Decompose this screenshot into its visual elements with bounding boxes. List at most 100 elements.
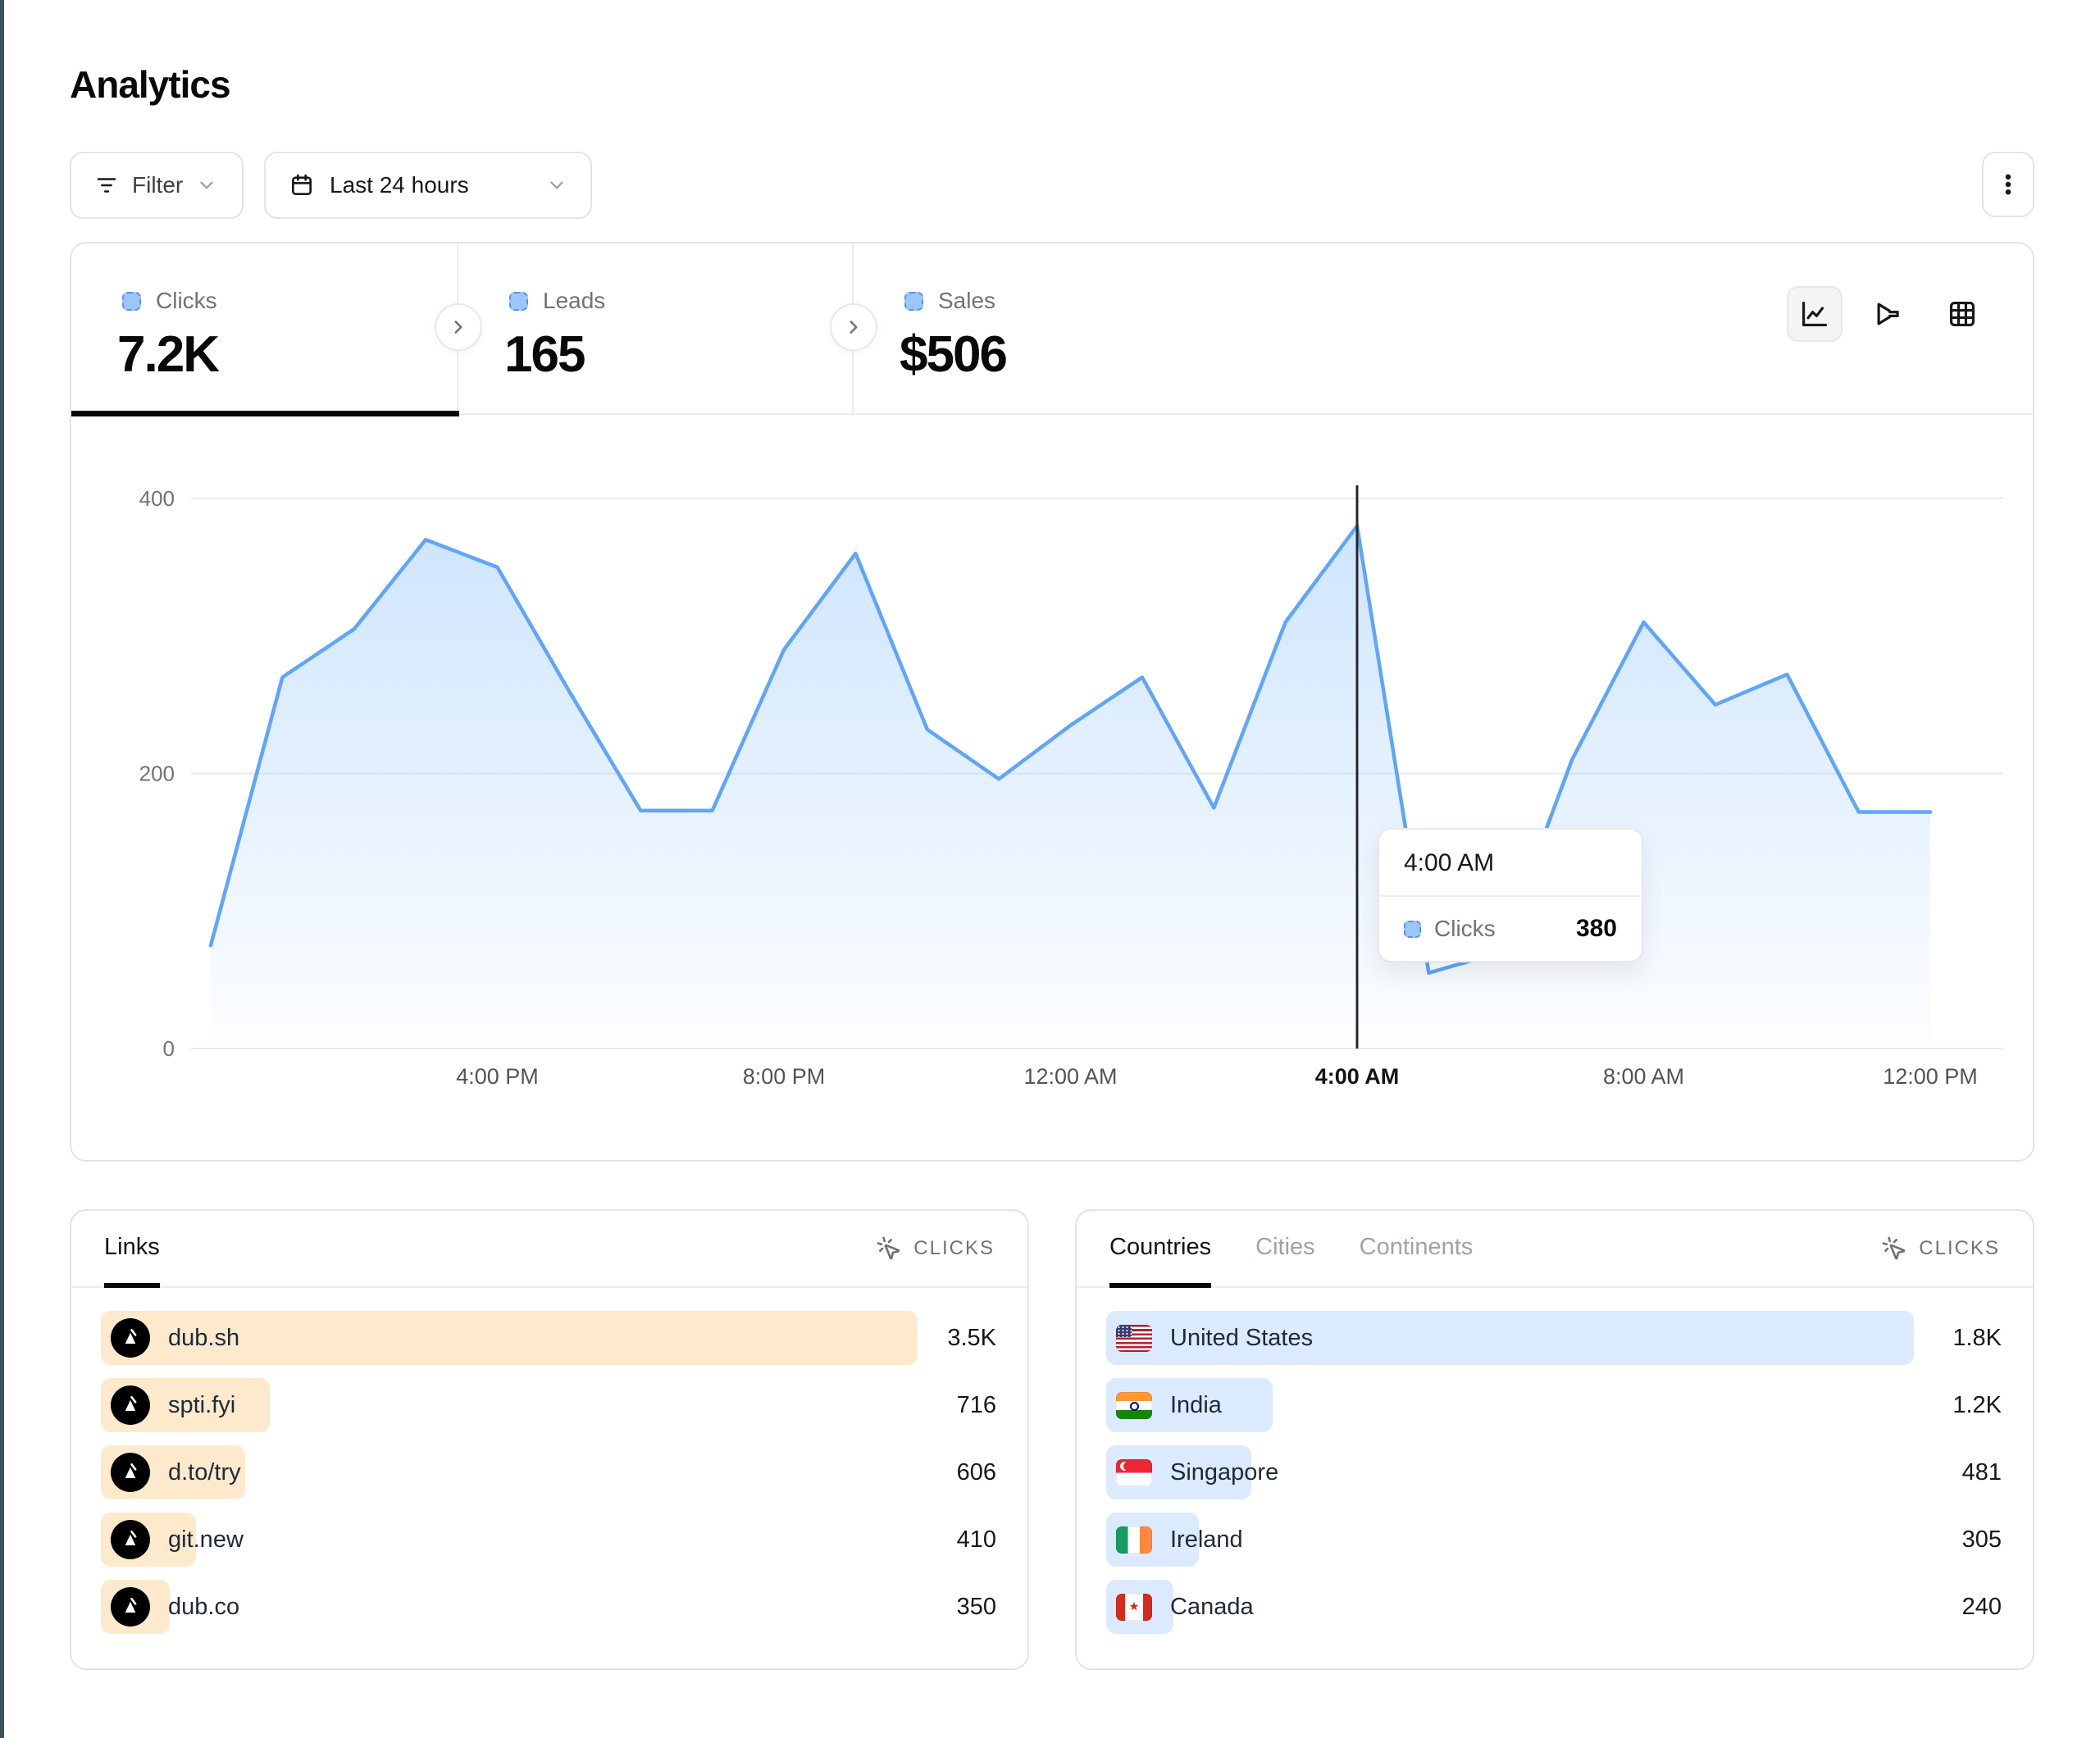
country-label: United States: [1170, 1325, 1313, 1352]
link-row[interactable]: dub.co 350: [101, 1580, 998, 1634]
country-clicks-value: 240: [1962, 1594, 2003, 1621]
us-flag-icon: [1116, 1325, 1152, 1352]
countries-metric-label: CLICKS: [1919, 1237, 2000, 1260]
tab-links[interactable]: Links: [104, 1211, 160, 1288]
link-label: git.new: [168, 1526, 244, 1554]
countries-panel: Countries Cities Continents CLICKS Unite…: [1075, 1209, 2034, 1670]
svg-text:12:00 AM: 12:00 AM: [1023, 1064, 1117, 1089]
funnel-icon: [1873, 298, 1904, 330]
ireland-flag-icon: [1116, 1526, 1152, 1554]
dub-logo-icon: [111, 1587, 150, 1627]
expand-sales-button[interactable]: [830, 303, 877, 351]
country-label: Ireland: [1170, 1526, 1243, 1554]
filter-icon: [94, 173, 119, 198]
page-title: Analytics: [70, 62, 230, 107]
clicks-time-series-chart[interactable]: 0 200 400 4:00 PM 8:00 PM 12:00 AM 4:00 AM 8:00…: [71, 461, 2033, 1108]
country-label: Singapore: [1170, 1459, 1278, 1486]
svg-text:4:00 AM: 4:00 AM: [1315, 1064, 1400, 1089]
table-view-button[interactable]: [1934, 286, 1990, 342]
dub-logo-icon: [111, 1385, 150, 1425]
country-clicks-value: 481: [1962, 1459, 2003, 1486]
calendar-icon: [289, 172, 315, 198]
chevron-right-icon: [843, 316, 864, 338]
chevron-right-icon: [448, 316, 469, 338]
sales-stat-label: Sales: [938, 288, 995, 314]
svg-text:200: 200: [139, 762, 175, 786]
cursor-click-icon: [1881, 1235, 1907, 1262]
links-panel-header: Links CLICKS: [71, 1211, 1027, 1288]
kebab-menu-icon: [1994, 171, 2022, 198]
link-row[interactable]: git.new 410: [101, 1513, 998, 1567]
link-clicks-value: 606: [957, 1459, 998, 1486]
svg-text:0: 0: [163, 1036, 175, 1061]
analytics-page: Analytics Filter Last 24 hours Clicks 7.…: [0, 0, 2100, 1738]
filter-button-label: Filter: [132, 172, 183, 198]
clicks-stat-value: 7.2K: [117, 325, 457, 384]
countries-metric-toggle[interactable]: CLICKS: [1881, 1235, 2000, 1262]
leads-stat-value: 165: [504, 325, 852, 384]
dub-logo-icon: [111, 1318, 150, 1358]
active-stat-tab-indicator: [71, 411, 459, 416]
link-clicks-value: 3.5K: [947, 1325, 998, 1352]
sales-legend-swatch: [904, 292, 923, 311]
cursor-click-icon: [876, 1235, 902, 1262]
link-clicks-value: 410: [957, 1526, 998, 1554]
country-row[interactable]: Ireland 305: [1106, 1513, 2003, 1567]
tab-countries[interactable]: Countries: [1109, 1211, 1211, 1288]
stat-tab-leads[interactable]: Leads 165: [458, 243, 854, 413]
filter-button[interactable]: Filter: [70, 152, 244, 219]
chevron-down-icon: [196, 175, 217, 196]
link-row[interactable]: spti.fyi 716: [101, 1378, 998, 1432]
funnel-view-button[interactable]: [1861, 286, 1916, 342]
tab-cities[interactable]: Cities: [1255, 1211, 1315, 1288]
country-clicks-value: 1.2K: [1952, 1392, 2003, 1419]
svg-text:8:00 PM: 8:00 PM: [743, 1064, 826, 1089]
chart-type-switcher: [1787, 286, 1990, 342]
tab-continents[interactable]: Continents: [1360, 1211, 1474, 1288]
links-list: dub.sh 3.5K spti.fyi 716 d.to/try 606: [71, 1288, 1027, 1634]
tooltip-series-value: 380: [1576, 915, 1617, 943]
grid-icon: [1947, 298, 1978, 330]
dub-logo-icon: [111, 1520, 150, 1559]
chart-tooltip: 4:00 AM Clicks 380: [1378, 828, 1643, 962]
country-row[interactable]: India 1.2K: [1106, 1378, 2003, 1432]
country-clicks-value: 305: [1962, 1526, 2003, 1554]
date-range-selector[interactable]: Last 24 hours: [264, 152, 592, 219]
link-label: dub.sh: [168, 1325, 239, 1352]
country-clicks-value: 1.8K: [1952, 1325, 2003, 1352]
country-label: India: [1170, 1392, 1222, 1419]
expand-leads-button[interactable]: [435, 303, 482, 351]
link-row[interactable]: d.to/try 606: [101, 1445, 998, 1499]
links-metric-label: CLICKS: [913, 1237, 995, 1260]
analytics-card: Clicks 7.2K Leads 165 Sales $506: [70, 242, 2034, 1162]
link-clicks-value: 716: [957, 1392, 998, 1419]
link-row[interactable]: dub.sh 3.5K: [101, 1311, 998, 1365]
country-row[interactable]: United States 1.8K: [1106, 1311, 2003, 1365]
svg-text:400: 400: [139, 486, 175, 511]
link-clicks-value: 350: [957, 1594, 998, 1621]
svg-text:8:00 AM: 8:00 AM: [1603, 1064, 1684, 1089]
chevron-down-icon: [546, 175, 567, 196]
clicks-stat-label: Clicks: [156, 288, 217, 314]
link-label: d.to/try: [168, 1459, 241, 1486]
stat-tab-sales[interactable]: Sales $506: [854, 243, 2033, 413]
links-metric-toggle[interactable]: CLICKS: [876, 1235, 995, 1262]
svg-text:4:00 PM: 4:00 PM: [456, 1064, 539, 1089]
stat-tabs-row: Clicks 7.2K Leads 165 Sales $506: [71, 243, 2033, 415]
stat-tab-clicks[interactable]: Clicks 7.2K: [71, 243, 458, 413]
countries-list: United States 1.8K India 1.2K Singapore …: [1077, 1288, 2033, 1634]
line-chart-view-button[interactable]: [1787, 286, 1843, 342]
links-panel: Links CLICKS dub.sh 3.5K spti.fyi: [70, 1209, 1029, 1670]
canada-flag-icon: [1116, 1594, 1152, 1621]
country-row[interactable]: Singapore 481: [1106, 1445, 2003, 1499]
india-flag-icon: [1116, 1392, 1152, 1419]
tooltip-series-swatch: [1404, 921, 1421, 938]
leads-legend-swatch: [509, 292, 528, 311]
country-label: Canada: [1170, 1594, 1254, 1621]
sidebar-edge: [0, 0, 4, 1738]
country-row[interactable]: Canada 240: [1106, 1580, 2003, 1634]
leads-stat-label: Leads: [543, 288, 605, 314]
more-options-button[interactable]: [1982, 152, 2034, 217]
dub-logo-icon: [111, 1453, 150, 1492]
tooltip-time: 4:00 AM: [1379, 830, 1642, 897]
